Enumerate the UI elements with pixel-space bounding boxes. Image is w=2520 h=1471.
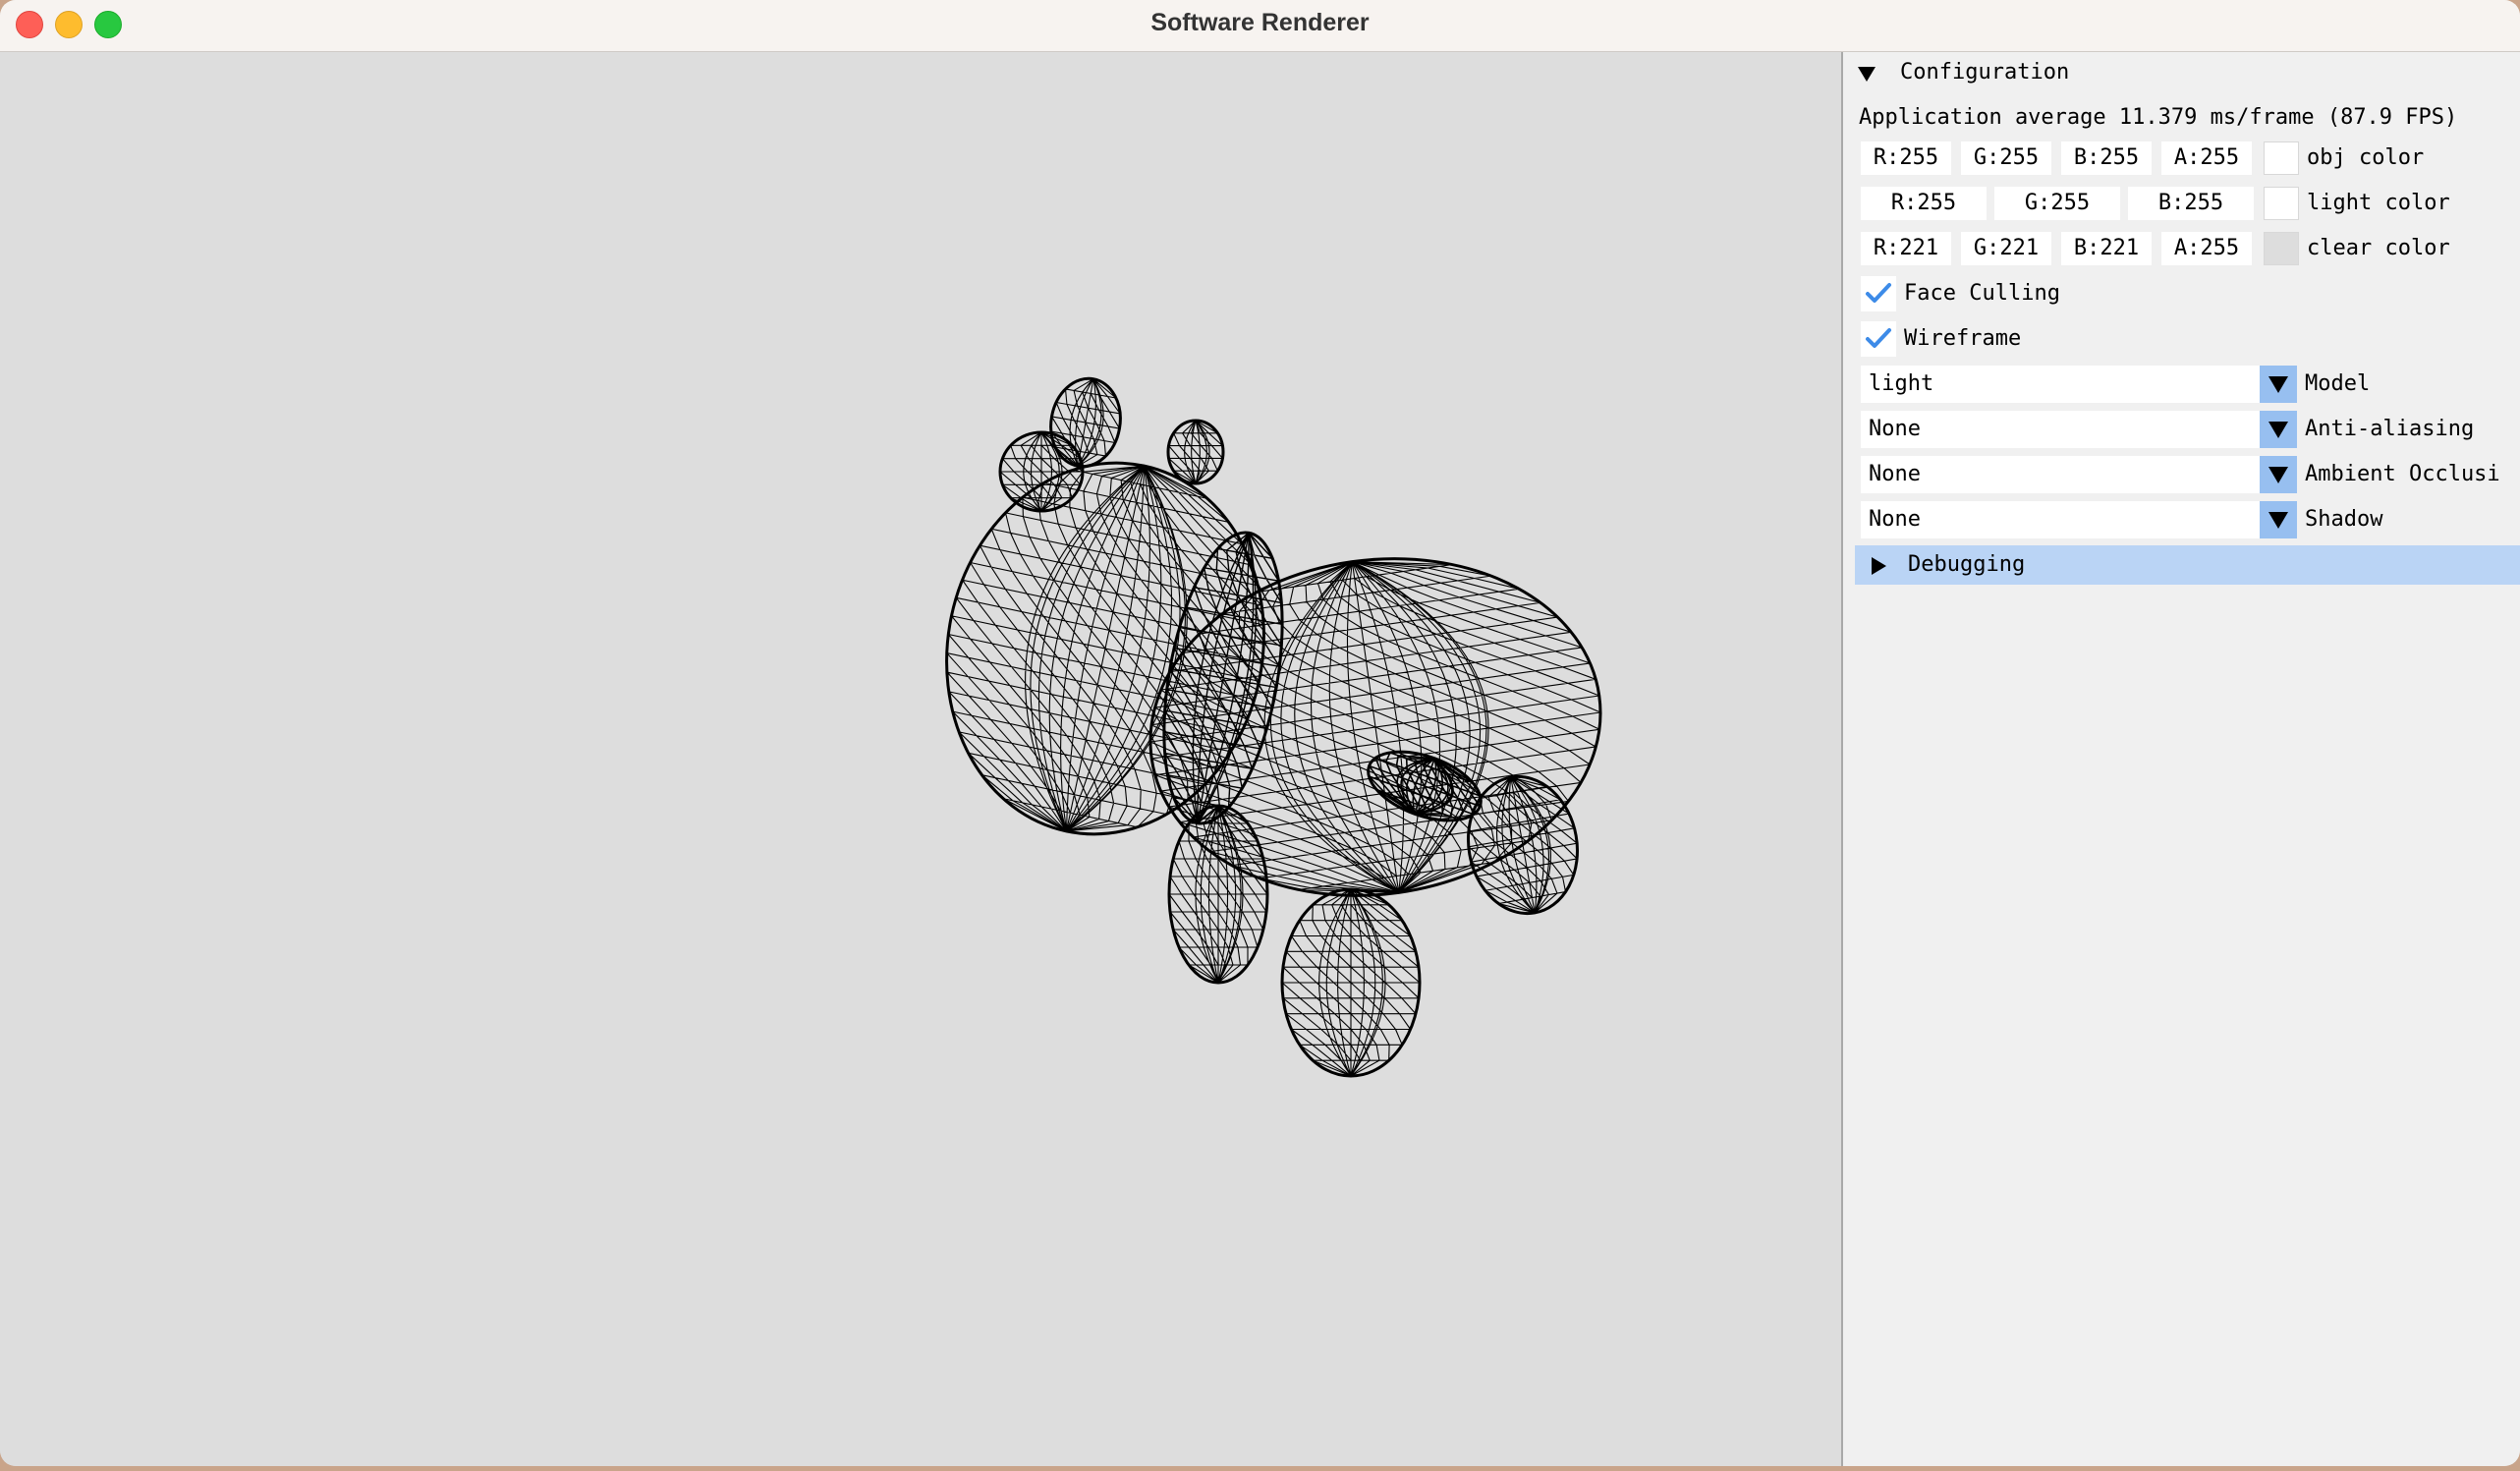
wireframe-cow-model xyxy=(945,376,1602,1078)
debugging-header[interactable]: Debugging xyxy=(1855,545,2520,585)
perf-stats-text: Application average 11.379 ms/frame (87.… xyxy=(1859,105,2458,130)
checkmark-icon xyxy=(1866,328,1891,348)
anti-aliasing-select[interactable]: None xyxy=(1861,411,2297,448)
triangle-down-icon xyxy=(1858,67,1876,82)
configuration-panel: Configuration Application average 11.379… xyxy=(1841,52,2520,1466)
shadow-select-value: None xyxy=(1869,507,1921,532)
clear-color-a-field[interactable]: A:255 xyxy=(2161,232,2252,265)
clear-color-g-field[interactable]: G:221 xyxy=(1961,232,2051,265)
dropdown-arrow-icon[interactable] xyxy=(2260,366,2297,403)
model-select[interactable]: light xyxy=(1861,366,2297,403)
obj-color-b-field[interactable]: B:255 xyxy=(2061,141,2152,175)
dropdown-arrow-icon[interactable] xyxy=(2260,411,2297,448)
checkmark-icon xyxy=(1866,283,1891,303)
mesh-part xyxy=(998,430,1085,513)
clear-color-label: clear color xyxy=(2307,236,2450,260)
clear-color-swatch[interactable] xyxy=(2264,232,2299,265)
debugging-header-label: Debugging xyxy=(1908,552,2026,577)
light-color-g-field[interactable]: G:255 xyxy=(1994,187,2120,220)
mesh-part xyxy=(1167,804,1269,985)
model-select-value: light xyxy=(1869,371,1934,396)
anti-aliasing-select-value: None xyxy=(1869,417,1921,441)
title-bar[interactable]: Software Renderer xyxy=(0,0,2520,52)
obj-color-a-field[interactable]: A:255 xyxy=(2161,141,2252,175)
mesh-part xyxy=(1166,419,1225,485)
light-color-swatch[interactable] xyxy=(2264,187,2299,220)
obj-color-r-field[interactable]: R:255 xyxy=(1861,141,1951,175)
model-label: Model xyxy=(2305,371,2371,396)
obj-color-g-field[interactable]: G:255 xyxy=(1961,141,2051,175)
face-culling-label: Face Culling xyxy=(1904,281,2060,306)
mesh-part xyxy=(945,461,1265,836)
face-culling-checkbox[interactable] xyxy=(1861,276,1896,311)
window-title: Software Renderer xyxy=(1150,9,1370,36)
clear-color-r-field[interactable]: R:221 xyxy=(1861,232,1951,265)
ambient-occlusion-select-value: None xyxy=(1869,462,1921,486)
dropdown-arrow-icon[interactable] xyxy=(2260,456,2297,493)
wireframe-label: Wireframe xyxy=(1904,326,2022,351)
ambient-occlusion-label: Ambient Occlusi xyxy=(2305,462,2500,486)
anti-aliasing-label: Anti-aliasing xyxy=(2305,417,2475,441)
obj-color-label: obj color xyxy=(2307,145,2425,170)
configuration-header-label: Configuration xyxy=(1900,60,2070,85)
shadow-select[interactable]: None xyxy=(1861,501,2297,538)
clear-color-b-field[interactable]: B:221 xyxy=(2061,232,2152,265)
obj-color-swatch[interactable] xyxy=(2264,141,2299,175)
render-viewport[interactable] xyxy=(0,52,1841,1466)
dropdown-arrow-icon[interactable] xyxy=(2260,501,2297,538)
light-color-r-field[interactable]: R:255 xyxy=(1861,187,1987,220)
ambient-occlusion-select[interactable]: None xyxy=(1861,456,2297,493)
mesh-part xyxy=(1280,887,1422,1078)
wireframe-checkbox[interactable] xyxy=(1861,321,1896,357)
app-window: Software Renderer Configuration Applicat… xyxy=(0,0,2520,1466)
light-color-label: light color xyxy=(2307,191,2450,215)
triangle-right-icon xyxy=(1872,557,1886,575)
shadow-label: Shadow xyxy=(2305,507,2383,532)
light-color-b-field[interactable]: B:255 xyxy=(2128,187,2254,220)
